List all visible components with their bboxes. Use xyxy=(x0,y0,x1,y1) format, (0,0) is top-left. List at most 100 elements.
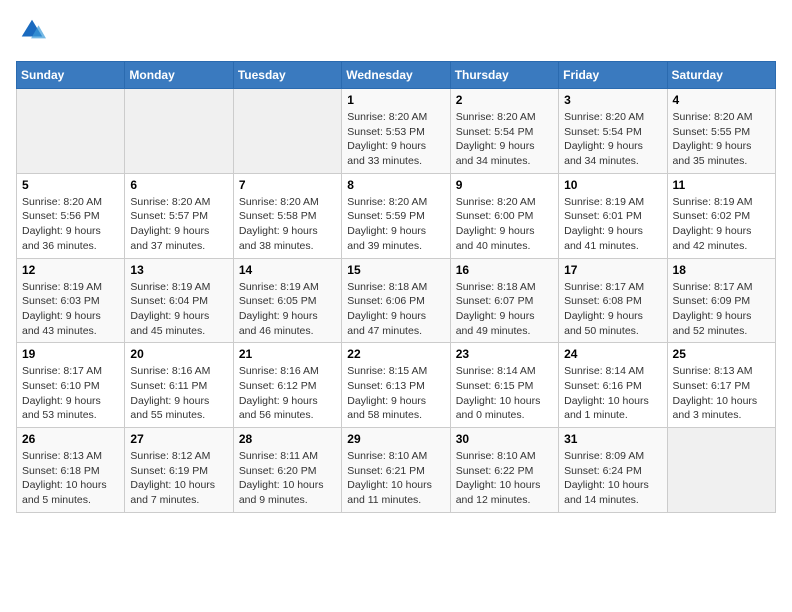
weekday-header: Wednesday xyxy=(342,62,450,89)
calendar-cell: 11 Sunrise: 8:19 AM Sunset: 6:02 PM Dayli… xyxy=(667,173,775,258)
day-info: Sunrise: 8:13 AM Sunset: 6:17 PM Dayligh… xyxy=(673,364,770,423)
day-number: 25 xyxy=(673,347,770,361)
day-info: Sunrise: 8:20 AM Sunset: 6:00 PM Dayligh… xyxy=(456,195,553,254)
day-number: 20 xyxy=(130,347,227,361)
day-info: Sunrise: 8:19 AM Sunset: 6:04 PM Dayligh… xyxy=(130,280,227,339)
day-info: Sunrise: 8:19 AM Sunset: 6:02 PM Dayligh… xyxy=(673,195,770,254)
calendar-cell: 7 Sunrise: 8:20 AM Sunset: 5:58 PM Daylig… xyxy=(233,173,341,258)
day-info: Sunrise: 8:17 AM Sunset: 6:09 PM Dayligh… xyxy=(673,280,770,339)
calendar-week-row: 12 Sunrise: 8:19 AM Sunset: 6:03 PM Dayli… xyxy=(17,258,776,343)
day-info: Sunrise: 8:14 AM Sunset: 6:16 PM Dayligh… xyxy=(564,364,661,423)
calendar-table: SundayMondayTuesdayWednesdayThursdayFrid… xyxy=(16,61,776,513)
calendar-cell: 2 Sunrise: 8:20 AM Sunset: 5:54 PM Daylig… xyxy=(450,89,558,174)
calendar-cell: 21 Sunrise: 8:16 AM Sunset: 6:12 PM Dayli… xyxy=(233,343,341,428)
day-info: Sunrise: 8:13 AM Sunset: 6:18 PM Dayligh… xyxy=(22,449,119,508)
day-info: Sunrise: 8:15 AM Sunset: 6:13 PM Dayligh… xyxy=(347,364,444,423)
day-number: 3 xyxy=(564,93,661,107)
day-number: 17 xyxy=(564,263,661,277)
calendar-cell: 13 Sunrise: 8:19 AM Sunset: 6:04 PM Dayli… xyxy=(125,258,233,343)
day-number: 22 xyxy=(347,347,444,361)
weekday-header: Monday xyxy=(125,62,233,89)
day-info: Sunrise: 8:20 AM Sunset: 5:53 PM Dayligh… xyxy=(347,110,444,169)
calendar-cell: 19 Sunrise: 8:17 AM Sunset: 6:10 PM Dayli… xyxy=(17,343,125,428)
day-info: Sunrise: 8:18 AM Sunset: 6:06 PM Dayligh… xyxy=(347,280,444,339)
calendar-cell xyxy=(17,89,125,174)
day-info: Sunrise: 8:09 AM Sunset: 6:24 PM Dayligh… xyxy=(564,449,661,508)
day-number: 12 xyxy=(22,263,119,277)
day-info: Sunrise: 8:10 AM Sunset: 6:22 PM Dayligh… xyxy=(456,449,553,508)
day-number: 5 xyxy=(22,178,119,192)
logo xyxy=(16,16,46,49)
day-number: 11 xyxy=(673,178,770,192)
weekday-header-row: SundayMondayTuesdayWednesdayThursdayFrid… xyxy=(17,62,776,89)
calendar-week-row: 19 Sunrise: 8:17 AM Sunset: 6:10 PM Dayli… xyxy=(17,343,776,428)
day-info: Sunrise: 8:12 AM Sunset: 6:19 PM Dayligh… xyxy=(130,449,227,508)
calendar-cell: 15Sunrise: 8:18 AM Sunset: 6:06 PM Dayli… xyxy=(342,258,450,343)
day-number: 18 xyxy=(673,263,770,277)
weekday-header: Tuesday xyxy=(233,62,341,89)
day-number: 24 xyxy=(564,347,661,361)
day-number: 26 xyxy=(22,432,119,446)
calendar-cell: 25 Sunrise: 8:13 AM Sunset: 6:17 PM Dayli… xyxy=(667,343,775,428)
day-info: Sunrise: 8:17 AM Sunset: 6:08 PM Dayligh… xyxy=(564,280,661,339)
calendar-cell: 28Sunrise: 8:11 AM Sunset: 6:20 PM Dayli… xyxy=(233,428,341,513)
day-number: 19 xyxy=(22,347,119,361)
day-number: 7 xyxy=(239,178,336,192)
day-number: 30 xyxy=(456,432,553,446)
day-number: 1 xyxy=(347,93,444,107)
calendar-cell: 20 Sunrise: 8:16 AM Sunset: 6:11 PM Dayli… xyxy=(125,343,233,428)
day-number: 2 xyxy=(456,93,553,107)
day-number: 28 xyxy=(239,432,336,446)
day-number: 14 xyxy=(239,263,336,277)
day-info: Sunrise: 8:19 AM Sunset: 6:05 PM Dayligh… xyxy=(239,280,336,339)
calendar-cell xyxy=(233,89,341,174)
calendar-cell: 27 Sunrise: 8:12 AM Sunset: 6:19 PM Dayli… xyxy=(125,428,233,513)
day-info: Sunrise: 8:14 AM Sunset: 6:15 PM Dayligh… xyxy=(456,364,553,423)
calendar-cell: 14 Sunrise: 8:19 AM Sunset: 6:05 PM Dayli… xyxy=(233,258,341,343)
calendar-cell xyxy=(667,428,775,513)
calendar-cell: 12 Sunrise: 8:19 AM Sunset: 6:03 PM Dayli… xyxy=(17,258,125,343)
day-info: Sunrise: 8:20 AM Sunset: 5:58 PM Dayligh… xyxy=(239,195,336,254)
day-info: Sunrise: 8:19 AM Sunset: 6:03 PM Dayligh… xyxy=(22,280,119,339)
weekday-header: Thursday xyxy=(450,62,558,89)
day-number: 31 xyxy=(564,432,661,446)
day-number: 16 xyxy=(456,263,553,277)
day-info: Sunrise: 8:16 AM Sunset: 6:12 PM Dayligh… xyxy=(239,364,336,423)
weekday-header: Saturday xyxy=(667,62,775,89)
weekday-header: Friday xyxy=(559,62,667,89)
calendar-cell xyxy=(125,89,233,174)
day-number: 21 xyxy=(239,347,336,361)
day-info: Sunrise: 8:20 AM Sunset: 5:59 PM Dayligh… xyxy=(347,195,444,254)
calendar-cell: 22 Sunrise: 8:15 AM Sunset: 6:13 PM Dayli… xyxy=(342,343,450,428)
day-info: Sunrise: 8:10 AM Sunset: 6:21 PM Dayligh… xyxy=(347,449,444,508)
calendar-cell: 23Sunrise: 8:14 AM Sunset: 6:15 PM Dayli… xyxy=(450,343,558,428)
calendar-cell: 4 Sunrise: 8:20 AM Sunset: 5:55 PM Daylig… xyxy=(667,89,775,174)
calendar-cell: 29 Sunrise: 8:10 AM Sunset: 6:21 PM Dayli… xyxy=(342,428,450,513)
day-info: Sunrise: 8:20 AM Sunset: 5:55 PM Dayligh… xyxy=(673,110,770,169)
calendar-week-row: 5Sunrise: 8:20 AM Sunset: 5:56 PM Daylig… xyxy=(17,173,776,258)
calendar-cell: 9Sunrise: 8:20 AM Sunset: 6:00 PM Daylig… xyxy=(450,173,558,258)
calendar-cell: 16Sunrise: 8:18 AM Sunset: 6:07 PM Dayli… xyxy=(450,258,558,343)
day-info: Sunrise: 8:17 AM Sunset: 6:10 PM Dayligh… xyxy=(22,364,119,423)
calendar-cell: 1 Sunrise: 8:20 AM Sunset: 5:53 PM Daylig… xyxy=(342,89,450,174)
calendar-cell: 17 Sunrise: 8:17 AM Sunset: 6:08 PM Dayli… xyxy=(559,258,667,343)
day-info: Sunrise: 8:20 AM Sunset: 5:54 PM Dayligh… xyxy=(456,110,553,169)
day-number: 6 xyxy=(130,178,227,192)
day-number: 10 xyxy=(564,178,661,192)
weekday-header: Sunday xyxy=(17,62,125,89)
calendar-cell: 24 Sunrise: 8:14 AM Sunset: 6:16 PM Dayli… xyxy=(559,343,667,428)
calendar-cell: 10Sunrise: 8:19 AM Sunset: 6:01 PM Dayli… xyxy=(559,173,667,258)
calendar-week-row: 26 Sunrise: 8:13 AM Sunset: 6:18 PM Dayli… xyxy=(17,428,776,513)
page-header xyxy=(16,16,776,49)
day-info: Sunrise: 8:16 AM Sunset: 6:11 PM Dayligh… xyxy=(130,364,227,423)
day-number: 8 xyxy=(347,178,444,192)
calendar-cell: 30 Sunrise: 8:10 AM Sunset: 6:22 PM Dayli… xyxy=(450,428,558,513)
day-number: 13 xyxy=(130,263,227,277)
day-number: 27 xyxy=(130,432,227,446)
day-number: 4 xyxy=(673,93,770,107)
logo-icon xyxy=(18,16,46,44)
calendar-cell: 18 Sunrise: 8:17 AM Sunset: 6:09 PM Dayli… xyxy=(667,258,775,343)
calendar-cell: 26 Sunrise: 8:13 AM Sunset: 6:18 PM Dayli… xyxy=(17,428,125,513)
day-number: 29 xyxy=(347,432,444,446)
day-info: Sunrise: 8:20 AM Sunset: 5:54 PM Dayligh… xyxy=(564,110,661,169)
